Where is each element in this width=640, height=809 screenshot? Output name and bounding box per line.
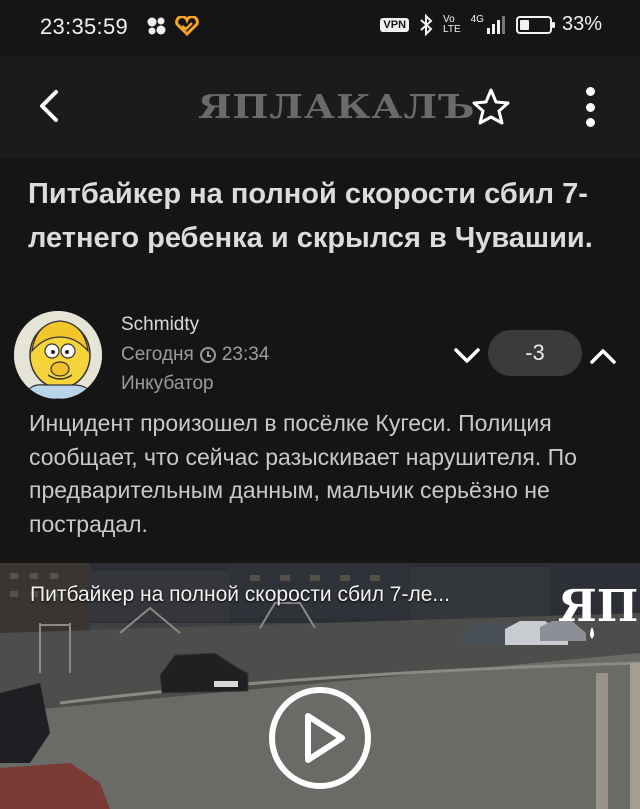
svg-text:ЯП: ЯП: [558, 581, 638, 632]
dot-icon: [585, 102, 595, 112]
article-body: Инцидент произошел в посёлке Кугеси. Пол…: [29, 410, 577, 537]
signal-bars-icon: [486, 15, 505, 34]
status-right-icons: VPN Vo LTE 4G 33%: [380, 13, 602, 36]
apps-icon: [147, 17, 166, 35]
status-time: 23:35:59: [40, 14, 129, 39]
author-rank: Инкубатор: [121, 373, 214, 394]
battery-percent: 33%: [561, 13, 602, 35]
article-title: Питбайкер на полной скорости сбил 7-летн…: [28, 178, 593, 254]
play-icon: [269, 687, 371, 789]
vpn-badge: VPN: [380, 17, 410, 32]
author-name[interactable]: Schmidty: [121, 314, 199, 336]
rating-badge: -3: [488, 330, 582, 376]
avatar[interactable]: [14, 311, 102, 399]
app-header: ЯПЛАКАЛЪ: [0, 56, 640, 158]
play-button[interactable]: [268, 686, 372, 790]
video-title: Питбайкер на полной скорости сбил 7-ле..…: [30, 583, 450, 606]
battery-icon: [515, 15, 555, 34]
star-icon: [472, 88, 510, 125]
status-bar: 23:35:59 VPN Vo LTE 4G 33%: [0, 0, 640, 56]
back-arrow-icon: [40, 90, 58, 122]
favorite-button[interactable]: [470, 86, 512, 128]
back-button[interactable]: [30, 86, 70, 126]
post-time: Сегодня 23:34: [121, 344, 269, 366]
dot-icon: [585, 118, 595, 127]
dot-icon: [585, 87, 595, 96]
ralph-avatar-icon: [14, 311, 102, 399]
chevron-down-icon: [454, 348, 480, 363]
signal-icon: 4G: [471, 14, 506, 35]
volte-label: Vo LTE: [443, 13, 461, 35]
site-logo[interactable]: ЯПЛАКАЛЪ: [198, 87, 475, 125]
notification-icons: [146, 16, 200, 36]
bluetooth-icon: [420, 13, 433, 36]
heart-app-icon: [175, 16, 199, 36]
chevron-up-icon: [590, 349, 616, 364]
clock-icon: [199, 347, 216, 363]
article: Питбайкер на полной скорости сбил 7-летн…: [0, 158, 640, 809]
time-date-label: Сегодня: [121, 344, 194, 365]
video-player[interactable]: ЯП Питбайкер на полной скорости сбил 7-л…: [0, 563, 640, 809]
watermark-logo: ЯП: [558, 581, 638, 639]
more-menu-button[interactable]: [578, 84, 602, 130]
vote-up-button[interactable]: [588, 341, 618, 371]
time-value: 23:34: [221, 344, 270, 365]
vote-down-button[interactable]: [452, 341, 482, 371]
